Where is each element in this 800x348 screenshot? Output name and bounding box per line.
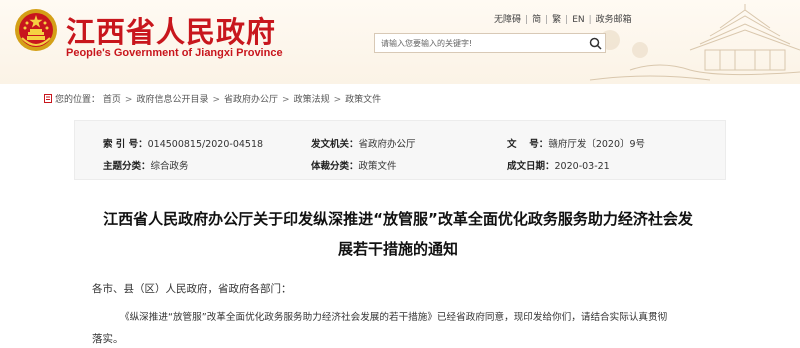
- document-number-label: 文 号：: [507, 139, 549, 150]
- chevron-right-icon: >: [333, 95, 342, 105]
- breadcrumb-policy-regulations[interactable]: 政策法规: [294, 95, 330, 105]
- site-header: 江西省人民政府 People's Government of Jiangxi P…: [0, 0, 800, 84]
- article-body-line-2: 落实。: [92, 333, 124, 345]
- issuing-authority-label: 发文机关：: [311, 139, 359, 150]
- document-info-table: 索 引 号：014500815/2020-04518 发文机关：省政府办公厅 文…: [74, 120, 726, 180]
- traditional-chinese-link[interactable]: 繁: [552, 15, 561, 25]
- search-box: [374, 33, 606, 53]
- site-title[interactable]: 江西省人民政府: [66, 9, 276, 51]
- search-icon[interactable]: [589, 37, 602, 50]
- accessibility-link[interactable]: 无障碍: [494, 15, 521, 25]
- top-links: 无障碍 | 简 | 繁 | EN | 政务邮箱: [494, 12, 632, 25]
- chevron-right-icon: >: [124, 95, 133, 105]
- subject-category-value: 综合政务: [150, 161, 189, 172]
- search-input[interactable]: [375, 34, 587, 52]
- article-greeting: 各市、县（区）人民政府，省政府各部门：: [92, 283, 292, 295]
- breadcrumb-policy-documents[interactable]: 政策文件: [345, 95, 381, 105]
- gov-mail-link[interactable]: 政务邮箱: [596, 15, 632, 25]
- divider: |: [565, 15, 569, 25]
- divider: |: [588, 15, 592, 25]
- site-subtitle: People's Government of Jiangxi Province: [66, 47, 283, 59]
- written-date-label: 成文日期：: [507, 161, 555, 172]
- written-date-value: 2020-03-21: [554, 161, 610, 172]
- location-icon: [44, 94, 52, 103]
- article-body-line-1: 《纵深推进“放管服”改革全面优化政务服务助力经济社会发展的若干措施》已经省政府同…: [120, 312, 668, 323]
- subject-category-label: 主题分类：: [103, 161, 151, 172]
- simplified-chinese-link[interactable]: 简: [532, 15, 541, 25]
- breadcrumb-general-office[interactable]: 省政府办公厅: [224, 95, 278, 105]
- issuing-authority-value: 省政府办公厅: [358, 139, 416, 150]
- chevron-right-icon: >: [282, 95, 290, 105]
- written-date: 成文日期：2020-03-21: [507, 158, 610, 172]
- index-number-label: 索 引 号：: [103, 139, 148, 150]
- genre-category: 体裁分类：政策文件: [311, 158, 397, 172]
- genre-category-label: 体裁分类：: [311, 161, 359, 172]
- article-title-line-2: 展若干措施的通知: [337, 240, 458, 258]
- national-emblem-icon: [15, 9, 57, 51]
- document-number-value: 赣府厅发〔2020〕9号: [548, 139, 646, 150]
- breadcrumb-label: 您的位置：: [55, 95, 101, 105]
- subject-category: 主题分类：综合政务: [103, 158, 189, 172]
- breadcrumb-home[interactable]: 首页: [103, 95, 121, 105]
- breadcrumb-info-catalog[interactable]: 政府信息公开目录: [136, 95, 208, 105]
- article-title: 江西省人民政府办公厅关于印发纵深推进“放管服”改革全面优化政务服务助力经济社会发…: [78, 204, 718, 264]
- article-title-line-1: 江西省人民政府办公厅关于印发纵深推进“放管服”改革全面优化政务服务助力经济社会发: [103, 210, 693, 228]
- document-number: 文 号：赣府厅发〔2020〕9号: [507, 136, 645, 150]
- chevron-right-icon: >: [212, 95, 221, 105]
- genre-category-value: 政策文件: [358, 161, 397, 172]
- english-link[interactable]: EN: [572, 15, 584, 25]
- divider: |: [545, 15, 549, 25]
- breadcrumb: 您的位置： 首页 > 政府信息公开目录 > 省政府办公厅 > 政策法规 > 政策文件: [44, 92, 381, 105]
- issuing-authority: 发文机关：省政府办公厅: [311, 136, 416, 150]
- index-number: 索 引 号：014500815/2020-04518: [103, 136, 263, 150]
- divider: |: [525, 15, 529, 25]
- index-number-value: 014500815/2020-04518: [147, 139, 264, 150]
